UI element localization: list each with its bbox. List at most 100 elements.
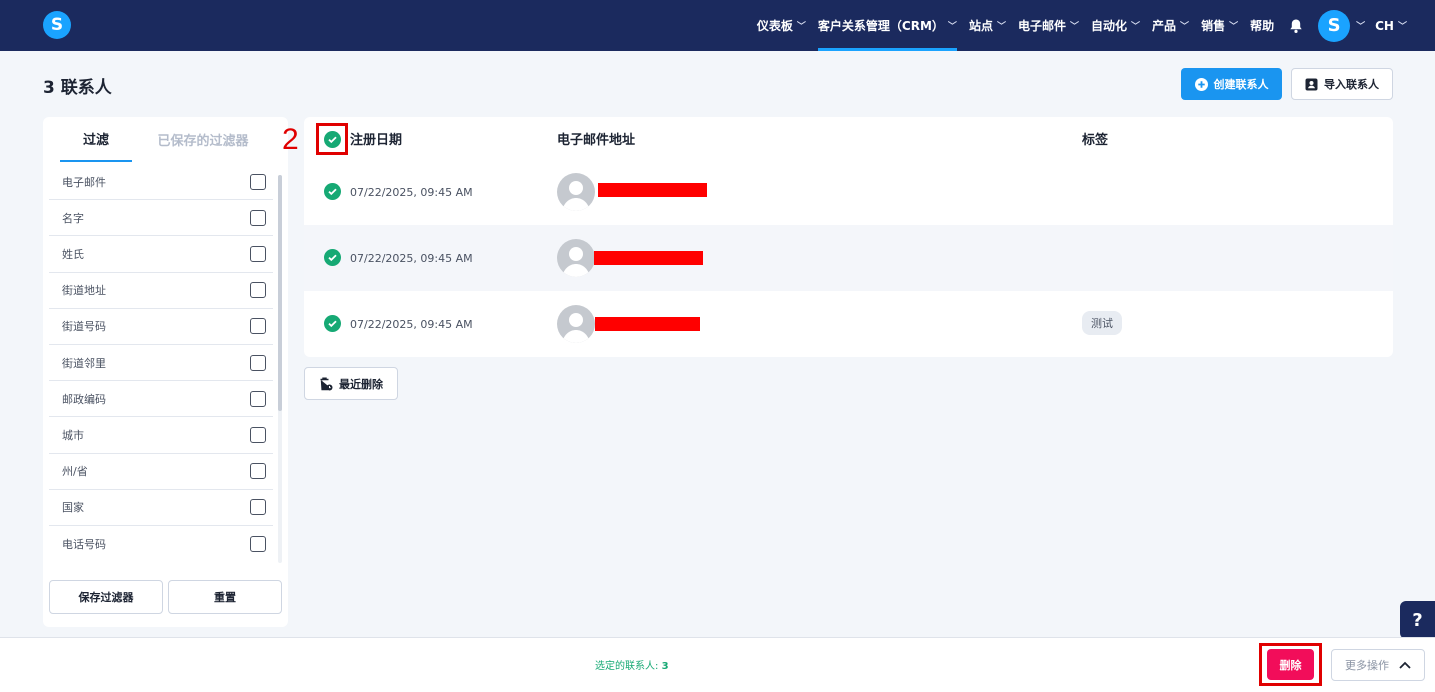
nav-item-sales[interactable]: 销售 ﹀: [1201, 0, 1238, 51]
check-icon: [328, 188, 337, 196]
filter-field-postal-code[interactable]: 邮政编码: [49, 381, 273, 418]
filter-field-street-address[interactable]: 街道地址: [49, 273, 273, 309]
filter-field-last-name[interactable]: 姓氏: [49, 236, 273, 273]
selected-count-value: 3: [661, 661, 669, 672]
filter-field-neighborhood[interactable]: 街道邻里: [49, 345, 273, 382]
app-logo[interactable]: S: [43, 11, 71, 39]
filter-checkbox[interactable]: [250, 209, 266, 226]
redacted-email: [598, 183, 707, 197]
redacted-email: [594, 251, 703, 265]
import-contacts-button[interactable]: 导入联系人: [1291, 68, 1393, 100]
filter-scrollbar[interactable]: [278, 175, 282, 563]
filter-checkbox[interactable]: [250, 318, 266, 335]
recently-deleted-button[interactable]: 最近删除: [304, 367, 398, 400]
filter-checkbox[interactable]: [250, 463, 266, 480]
page-title: 3 联系人: [43, 78, 112, 98]
contacts-table: 注册日期 电子邮件地址 标签 07/22/2025, 09:45 AM 07/2…: [304, 117, 1393, 357]
table-header: 注册日期 电子邮件地址 标签: [304, 117, 1393, 159]
nav-item-sites[interactable]: 站点 ﹀: [969, 0, 1006, 51]
delete-button[interactable]: 删除: [1267, 649, 1314, 680]
filter-field-phone[interactable]: 电话号码: [49, 526, 273, 562]
annotation-step-2: 2: [282, 123, 299, 156]
filter-field-label: 电话号码: [62, 537, 106, 551]
top-nav: S 仪表板 ﹀ 客户关系管理（CRM） ﹀ 站点 ﹀ 电子邮件 ﹀ 自动化 ﹀ 产品 ﹀ 销…: [0, 0, 1435, 51]
filter-field-city[interactable]: 城市: [49, 417, 273, 454]
filter-checkbox[interactable]: [250, 282, 266, 299]
filter-field-label: 街道地址: [62, 284, 106, 298]
language-selector[interactable]: ﹀ CH ﹀: [1356, 0, 1407, 51]
chevron-down-icon: ﹀: [1397, 22, 1407, 32]
row-checkbox[interactable]: [324, 249, 341, 266]
table-row[interactable]: 07/22/2025, 09:45 AM 测试: [304, 291, 1393, 357]
nav-item-label: 仪表板: [756, 19, 793, 33]
create-contact-button[interactable]: 创建联系人: [1181, 68, 1282, 100]
import-contacts-label: 导入联系人: [1324, 78, 1379, 91]
user-silhouette-icon: [562, 181, 590, 211]
table-row[interactable]: 07/22/2025, 09:45 AM: [304, 159, 1393, 225]
nav-item-label: 销售: [1201, 19, 1226, 33]
more-actions-button[interactable]: 更多操作: [1331, 649, 1425, 681]
row-date: 07/22/2025, 09:45 AM: [350, 185, 473, 199]
chevron-down-icon: ﹀: [1069, 22, 1079, 32]
filter-field-state[interactable]: 州/省: [49, 454, 273, 490]
tab-filter[interactable]: 过滤: [60, 117, 132, 162]
nav-links: 仪表板 ﹀ 客户关系管理（CRM） ﹀ 站点 ﹀ 电子邮件 ﹀ 自动化 ﹀ 产品 ﹀ 销售 ﹀…: [745, 0, 1435, 51]
check-icon: [328, 320, 337, 328]
save-filter-button[interactable]: 保存过滤器: [49, 580, 163, 614]
select-all-highlight: [316, 123, 348, 155]
filter-field-label: 电子邮件: [62, 175, 106, 189]
nav-item-products[interactable]: 产品 ﹀: [1152, 0, 1189, 51]
user-silhouette-icon: [562, 313, 590, 343]
reset-filter-button[interactable]: 重置: [168, 580, 282, 614]
tab-saved-filters[interactable]: 已保存的过滤器: [143, 117, 263, 162]
filter-field-email[interactable]: 电子邮件: [49, 164, 273, 201]
filter-checkbox[interactable]: [250, 173, 266, 190]
contact-avatar: [557, 239, 595, 277]
row-checkbox[interactable]: [324, 183, 341, 200]
delete-highlight: 删除: [1259, 643, 1322, 686]
filter-field-label: 城市: [62, 428, 84, 442]
tag-badge[interactable]: 测试: [1082, 311, 1122, 335]
row-checkbox[interactable]: [324, 315, 341, 332]
selected-count-label: 选定的联系人:: [595, 661, 662, 672]
filter-field-first-name[interactable]: 名字: [49, 200, 273, 237]
help-button[interactable]: ?: [1400, 601, 1435, 639]
filter-field-label: 邮政编码: [62, 392, 106, 406]
nav-item-crm[interactable]: 客户关系管理（CRM） ﹀: [817, 0, 957, 51]
filter-checkbox[interactable]: [250, 354, 266, 371]
filter-checkbox[interactable]: [250, 245, 266, 262]
column-header-tags[interactable]: 标签: [1082, 117, 1108, 159]
bell-icon[interactable]: [1288, 18, 1304, 34]
filter-checkbox[interactable]: [250, 390, 266, 407]
filter-checkbox[interactable]: [250, 499, 266, 516]
plus-circle-icon: [1194, 77, 1208, 91]
filter-field-country[interactable]: 国家: [49, 490, 273, 526]
select-all-checkbox[interactable]: [323, 130, 341, 148]
filter-field-label: 街道号码: [62, 320, 106, 334]
row-date: 07/22/2025, 09:45 AM: [350, 317, 473, 331]
nav-item-help[interactable]: 帮助: [1250, 0, 1274, 51]
chevron-down-icon: ﹀: [796, 22, 806, 32]
create-contact-label: 创建联系人: [1213, 78, 1269, 91]
row-date: 07/22/2025, 09:45 AM: [350, 251, 473, 265]
filter-field-label: 名字: [62, 211, 84, 225]
nav-item-label: 自动化: [1091, 19, 1128, 33]
nav-item-email[interactable]: 电子邮件 ﹀: [1018, 0, 1079, 51]
nav-item-automation[interactable]: 自动化 ﹀: [1091, 0, 1140, 51]
nav-item-label: 客户关系管理（CRM）: [817, 19, 944, 33]
bulk-action-bar: 选定的联系人: 3 删除 更多操作: [0, 637, 1435, 692]
column-header-date[interactable]: 注册日期: [350, 117, 402, 159]
account-avatar[interactable]: S: [1318, 9, 1351, 42]
recently-deleted-label: 最近删除: [339, 377, 383, 391]
column-header-email[interactable]: 电子邮件地址: [557, 117, 635, 159]
language-label: CH: [1375, 18, 1394, 33]
filter-checkbox[interactable]: [250, 535, 266, 552]
more-actions-label: 更多操作: [1345, 659, 1389, 672]
filter-field-street-number[interactable]: 街道号码: [49, 309, 273, 345]
filter-checkbox[interactable]: [250, 426, 266, 443]
table-row[interactable]: 07/22/2025, 09:45 AM: [304, 225, 1393, 291]
nav-item-dashboard[interactable]: 仪表板 ﹀: [757, 0, 806, 51]
contact-avatar: [557, 305, 595, 343]
chevron-down-icon: ﹀: [1356, 22, 1366, 32]
nav-item-label: 站点: [968, 19, 993, 33]
